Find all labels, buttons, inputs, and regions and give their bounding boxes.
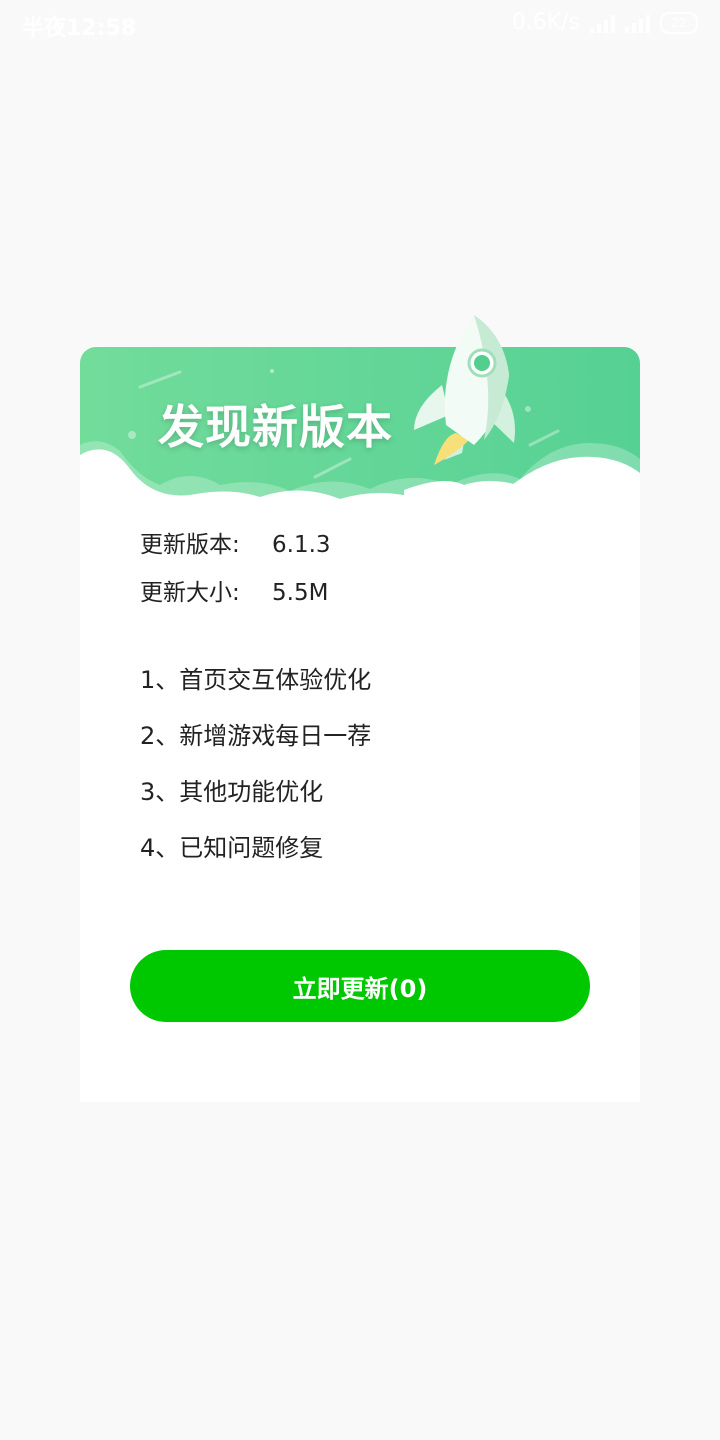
changelog-item: 1、首页交互体验优化 — [140, 666, 372, 694]
wifi-icon — [625, 13, 650, 33]
dialog-title: 发现新版本 — [158, 400, 393, 454]
changelog-item: 3、其他功能优化 — [140, 778, 324, 806]
update-dialog: 发现新版本 更新版本: 6.1.3 更新大小: 5.5M 1、首页交互体验优化 2、… — [80, 315, 640, 1102]
update-banner: 发现新版本 — [80, 347, 640, 507]
size-label: 更新大小: — [140, 580, 240, 606]
network-speed: 0.6K/s — [511, 10, 580, 35]
changelog-item: 2、新增游戏每日一荐 — [140, 722, 372, 750]
version-value: 6.1.3 — [272, 532, 331, 558]
update-now-button[interactable]: 立即更新(0) — [130, 950, 590, 1022]
version-label: 更新版本: — [140, 532, 240, 558]
changelog-list: 1、首页交互体验优化 2、新增游戏每日一荐 3、其他功能优化 4、已知问题修复 — [140, 665, 371, 889]
size-row: 更新大小: 5.5M — [140, 573, 328, 607]
rocket-icon — [404, 315, 534, 505]
changelog-item: 4、已知问题修复 — [140, 834, 324, 862]
status-time: 半夜12:58 — [22, 16, 137, 41]
version-row: 更新版本: 6.1.3 — [140, 525, 331, 559]
status-bar: 半夜12:58 0.6K/s 22 — [0, 0, 720, 48]
signal-icon — [590, 13, 615, 33]
battery-icon: 22 — [660, 11, 698, 34]
size-value: 5.5M — [272, 580, 329, 606]
status-icons: 0.6K/s 22 — [512, 10, 698, 35]
